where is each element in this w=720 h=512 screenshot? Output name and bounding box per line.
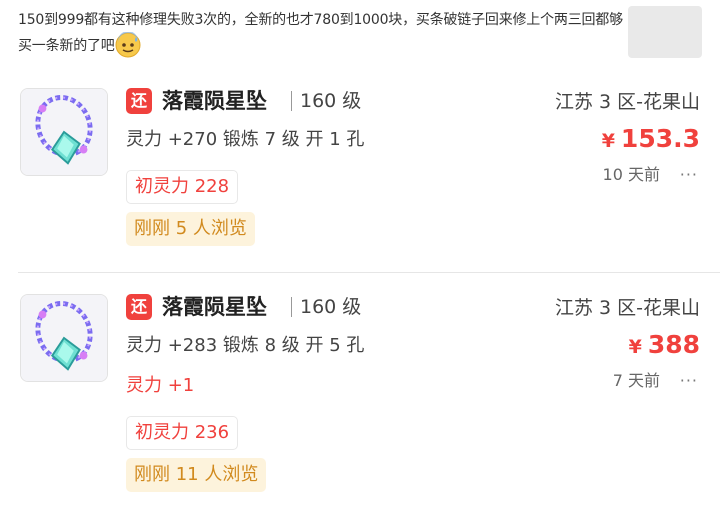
item-name[interactable]: 落霞陨星坠 <box>162 86 267 116</box>
base-spirit-chip: 初灵力 228 <box>126 170 239 204</box>
return-tag: 还 <box>126 294 152 320</box>
item-level: 160 级 <box>300 90 362 112</box>
comment-image-placeholder[interactable] <box>628 6 702 58</box>
price: ¥153.3 <box>602 122 700 158</box>
listing-divider <box>18 272 720 273</box>
currency-symbol: ¥ <box>628 336 642 358</box>
listed-time: 7 天前 <box>612 371 660 390</box>
price: ¥388 <box>629 328 700 364</box>
extra-attribute: 灵力 +1 <box>126 375 195 396</box>
server-name: 江苏 3 区-花果山 <box>554 91 700 113</box>
comment-text: 150到999都有这种修理失败3次的，全新的也才780到1000块，买条破链子回… <box>18 8 628 58</box>
item-attributes: 灵力 +270 锻炼 7 级 开 1 孔 <box>126 129 365 150</box>
divider <box>291 297 292 317</box>
comment-bubble: 150到999都有这种修理失败3次的，全新的也才780到1000块，买条破链子回… <box>0 0 720 70</box>
price-value: 388 <box>647 330 700 359</box>
item-name[interactable]: 落霞陨星坠 <box>162 292 267 322</box>
item-thumbnail[interactable] <box>20 88 108 176</box>
more-options-icon[interactable]: ··· <box>680 370 698 392</box>
recent-views-chip: 刚刚 11 人浏览 <box>126 458 267 492</box>
currency-symbol: ¥ <box>601 130 615 152</box>
recent-views-chip: 刚刚 5 人浏览 <box>126 212 255 246</box>
listing-card[interactable]: 还 落霞陨星坠 160 级 江苏 3 区-花果山 灵力 +270 锻炼 7 级 … <box>0 70 720 266</box>
divider <box>291 91 292 111</box>
listed-time: 10 天前 <box>602 165 660 184</box>
item-thumbnail[interactable] <box>20 294 108 382</box>
base-spirit-chip: 初灵力 236 <box>126 416 239 450</box>
return-tag: 还 <box>126 88 152 114</box>
server-name: 江苏 3 区-花果山 <box>554 297 700 319</box>
item-level: 160 级 <box>300 296 362 318</box>
item-attributes: 灵力 +283 锻炼 8 级 开 5 孔 <box>126 335 365 356</box>
listing-card[interactable]: 还 落霞陨星坠 160 级 江苏 3 区-花果山 灵力 +283 锻炼 8 级 … <box>0 276 720 492</box>
price-value: 153.3 <box>620 124 700 153</box>
sweat-smile-emoji-icon <box>115 31 141 58</box>
more-options-icon[interactable]: ··· <box>680 164 698 186</box>
